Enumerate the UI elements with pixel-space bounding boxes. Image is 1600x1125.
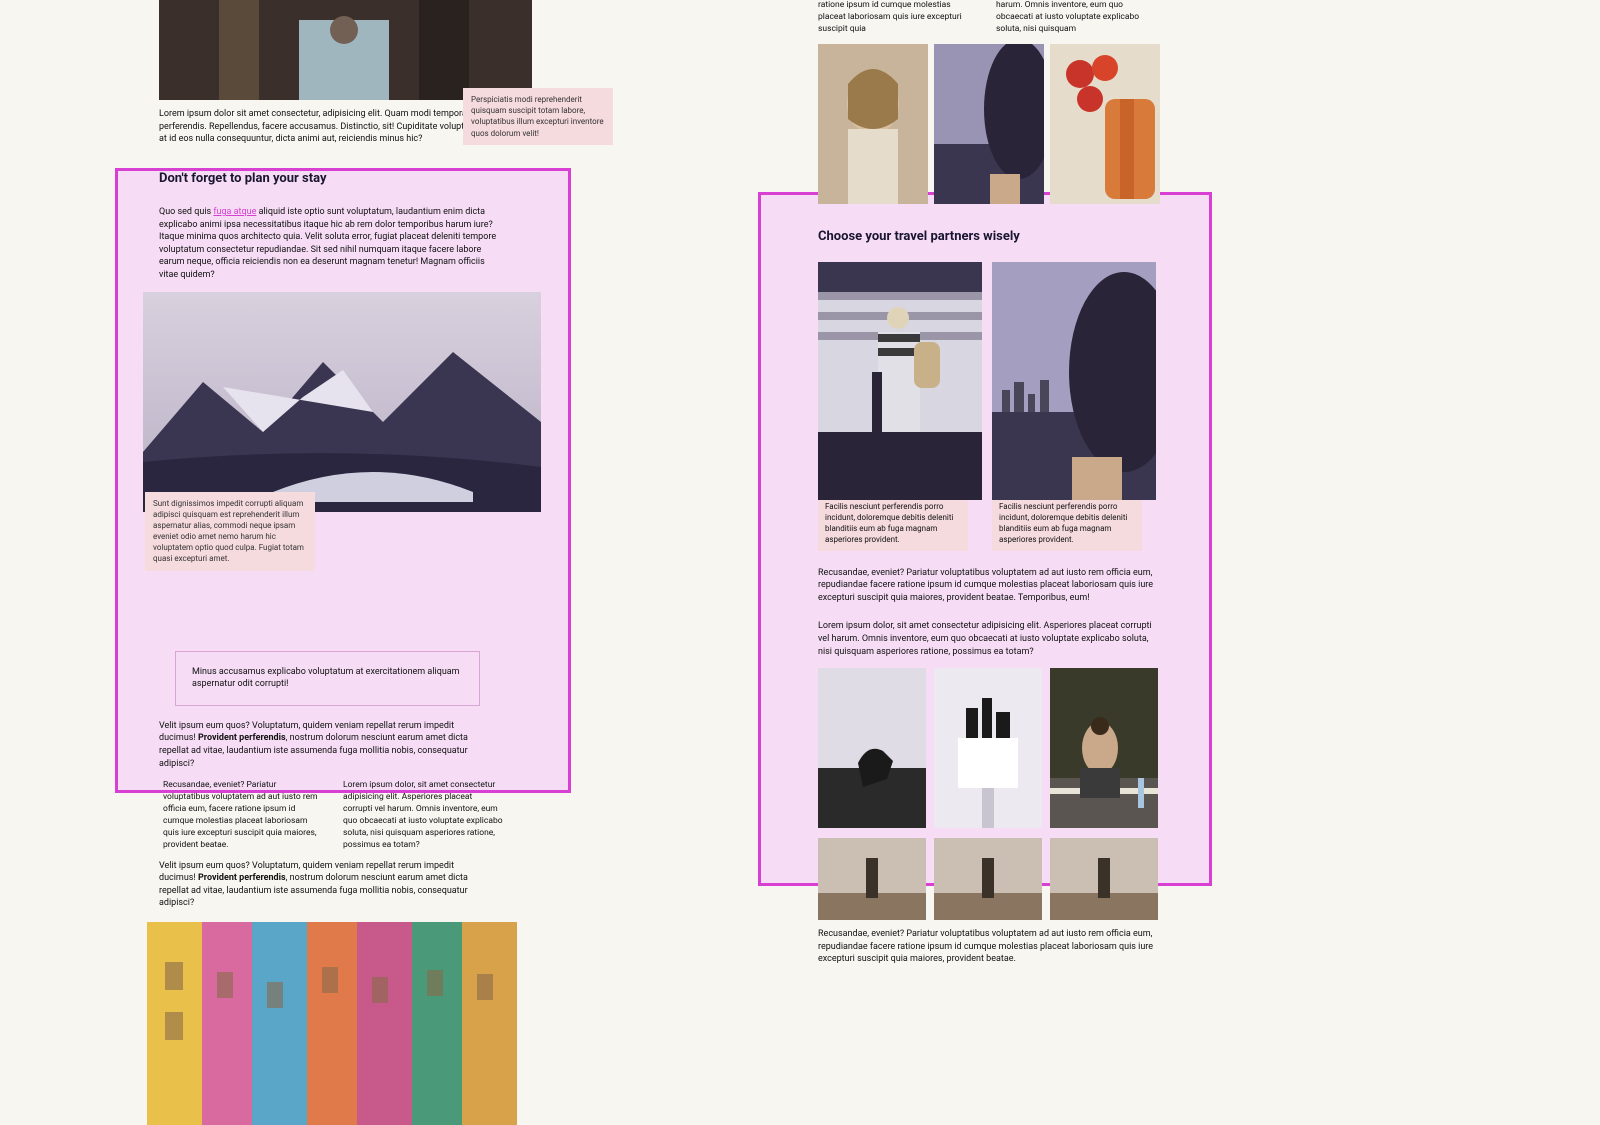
skater-image [818,262,982,500]
choose-partners-heading: Choose your travel partners wisely [818,228,1214,246]
city-dusk-caption: Facilis nesciunt perferendis porro incid… [992,496,1142,551]
top-col-a: ratione ipsum id cumque molestias placea… [818,0,978,36]
plan-stay-heading: Don't forget to plan your stay [159,170,571,188]
plan-intro-suffix: aliquid iste optio sunt voluptatum, laud… [159,207,496,280]
skater-caption: Facilis nesciunt perferendis porro incid… [818,496,968,551]
hero-street-image [159,0,532,100]
pair-image-row: Facilis nesciunt perferendis porro incid… [818,262,1214,551]
thumb-portrait-woman [818,44,928,204]
para2-bold: Provident perferendis [198,733,286,743]
city-dusk-image [992,262,1156,500]
hero-caption: Perspiciatis modi reprehenderit quisquam… [463,88,613,145]
trio-image-row [818,668,1214,828]
right-tail-paragraph: Recusandae, eveniet? Pariatur voluptatib… [818,928,1158,966]
quote-box: Minus accusamus explicabo voluptatum at … [175,651,480,706]
mountain-image [143,292,541,512]
top-col-b: harum. Omnis inventore, eum quo obcaecat… [996,0,1156,36]
thumb-vegetables [1050,44,1160,204]
right-top-two-col: ratione ipsum id cumque molestias placea… [818,0,1214,36]
left-para-3: Velit ipsum eum quos? Voluptatum, quidem… [159,860,489,910]
desert-1 [818,838,926,920]
para3-bold: Provident perferendis [198,873,286,883]
two-column-row: Recusandae, eveniet? Pariatur voluptatib… [163,780,571,851]
thumb-city-dusk [934,44,1044,204]
dog-fog-image [818,668,926,828]
hero-paragraph: Lorem ipsum dolor sit amet consectetur, … [159,108,489,146]
desert-2 [934,838,1042,920]
desert-3 [1050,838,1158,920]
right-para-1: Recusandae, eveniet? Pariatur voluptatib… [818,567,1158,605]
colorful-street-image [147,922,517,1125]
left-para-2: Velit ipsum eum quos? Voluptatum, quidem… [159,720,489,770]
triple-desert-row [818,838,1214,920]
track-girl-image [1050,668,1158,828]
two-col-a: Recusandae, eveniet? Pariatur voluptatib… [163,780,323,851]
plan-link[interactable]: fuga atque [213,207,256,217]
mountain-caption: Sunt dignissimos impedit corrupti aliqua… [145,492,315,571]
right-para-2: Lorem ipsum dolor, sit amet consectetur … [818,620,1158,658]
plan-intro-prefix: Quo sed quis [159,207,213,217]
two-col-b: Lorem ipsum dolor, sit amet consectetur … [343,780,503,851]
camera-gear-image [934,668,1042,828]
thumb-row-top [818,44,1214,204]
plan-intro-paragraph: Quo sed quis fuga atque aliquid iste opt… [159,206,499,282]
